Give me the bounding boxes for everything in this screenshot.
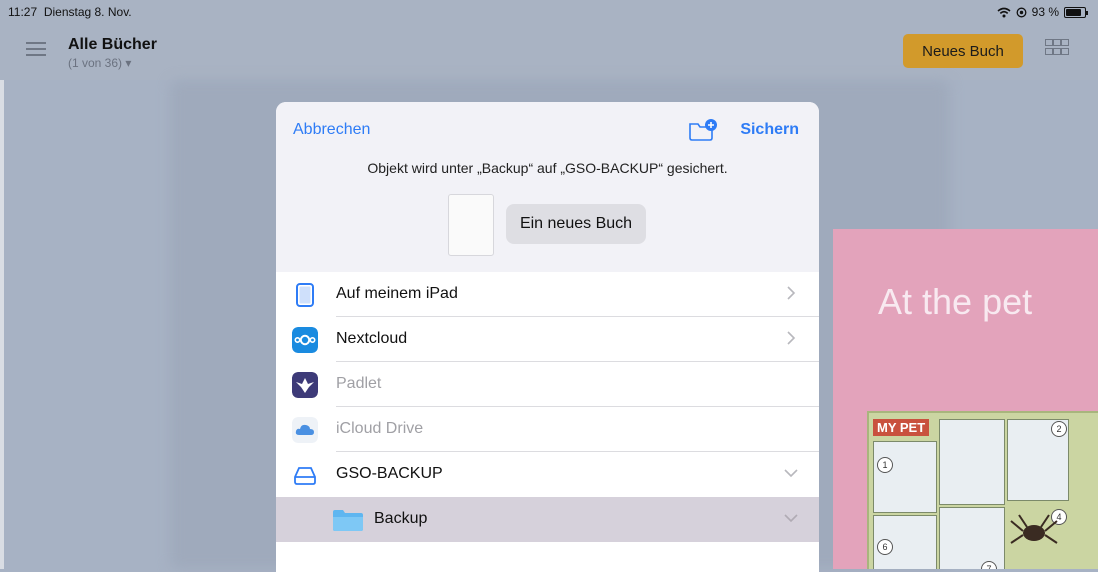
battery-icon xyxy=(1064,6,1088,18)
document-thumbnail xyxy=(448,194,494,256)
location-label: Backup xyxy=(374,510,428,527)
location-label: Nextcloud xyxy=(336,330,408,347)
menu-icon[interactable] xyxy=(26,42,46,56)
filename-field[interactable]: Ein neues Buch xyxy=(506,204,646,244)
location-item-padlet: Padlet xyxy=(276,362,819,407)
app-header: Alle Bücher (1 von 36) ▾ Neues Buch xyxy=(0,24,1098,80)
folder-icon xyxy=(333,510,363,531)
location-label: Padlet xyxy=(336,375,382,392)
poster-number: 1 xyxy=(877,457,893,473)
library-title[interactable]: Alle Bücher xyxy=(68,36,157,54)
chevron-down-icon[interactable] xyxy=(783,465,799,481)
status-icons: 93 % xyxy=(997,5,1088,19)
padlet-icon xyxy=(292,372,318,398)
location-label: iCloud Drive xyxy=(336,420,424,437)
new-folder-icon[interactable] xyxy=(688,118,718,142)
location-item-icloud: iCloud Drive xyxy=(276,407,819,452)
chevron-down-icon[interactable] xyxy=(783,510,799,526)
cancel-button[interactable]: Abbrechen xyxy=(293,121,370,139)
spider-illustration xyxy=(1010,514,1058,544)
location-item-ipad[interactable]: Auf meinem iPad xyxy=(276,272,819,317)
book-cover-image: MY PET 1 2 4 6 7 xyxy=(867,411,1098,569)
chevron-right-icon xyxy=(787,331,796,345)
save-location-message: Objekt wird unter „Backup“ auf „GSO-BACK… xyxy=(367,160,728,176)
battery-percent: 93 % xyxy=(1031,5,1059,19)
location-icon xyxy=(1016,7,1027,17)
status-time: 11:27 Dienstag 8. Nov. xyxy=(8,5,132,19)
ipad-icon xyxy=(296,283,314,307)
grid-view-icon[interactable] xyxy=(1045,39,1069,61)
location-label: GSO-BACKUP xyxy=(336,465,443,482)
save-dialog: Abbrechen Sichern Objekt wird unter „Bac… xyxy=(276,102,819,572)
save-button[interactable]: Sichern xyxy=(740,121,799,139)
location-item-gso-backup[interactable]: GSO-BACKUP xyxy=(276,452,819,497)
new-book-button[interactable]: Neues Buch xyxy=(903,34,1023,68)
dialog-header: Abbrechen Sichern Objekt wird unter „Bac… xyxy=(276,102,819,272)
book-cover[interactable]: At the pet MY PET 1 2 4 6 7 xyxy=(833,229,1098,569)
status-bar: 11:27 Dienstag 8. Nov. 93 % xyxy=(0,0,1098,24)
poster-number: 6 xyxy=(877,539,893,555)
library-count[interactable]: (1 von 36) ▾ xyxy=(68,56,131,70)
location-list: Auf meinem iPad Nextcloud Padlet iCloud … xyxy=(276,272,819,542)
location-label: Auf meinem iPad xyxy=(336,285,458,302)
background-edge xyxy=(0,80,4,569)
drive-icon xyxy=(294,467,316,485)
poster-banner: MY PET xyxy=(873,419,930,436)
list-empty-area xyxy=(276,542,819,572)
wifi-icon xyxy=(997,7,1011,17)
poster-number: 2 xyxy=(1051,421,1067,437)
icloud-icon xyxy=(292,417,318,443)
book-cover-title: At the pet xyxy=(878,281,1033,322)
location-item-backup-folder[interactable]: Backup xyxy=(276,497,819,542)
location-item-nextcloud[interactable]: Nextcloud xyxy=(276,317,819,362)
nextcloud-icon xyxy=(292,327,318,353)
chevron-right-icon xyxy=(787,286,796,300)
